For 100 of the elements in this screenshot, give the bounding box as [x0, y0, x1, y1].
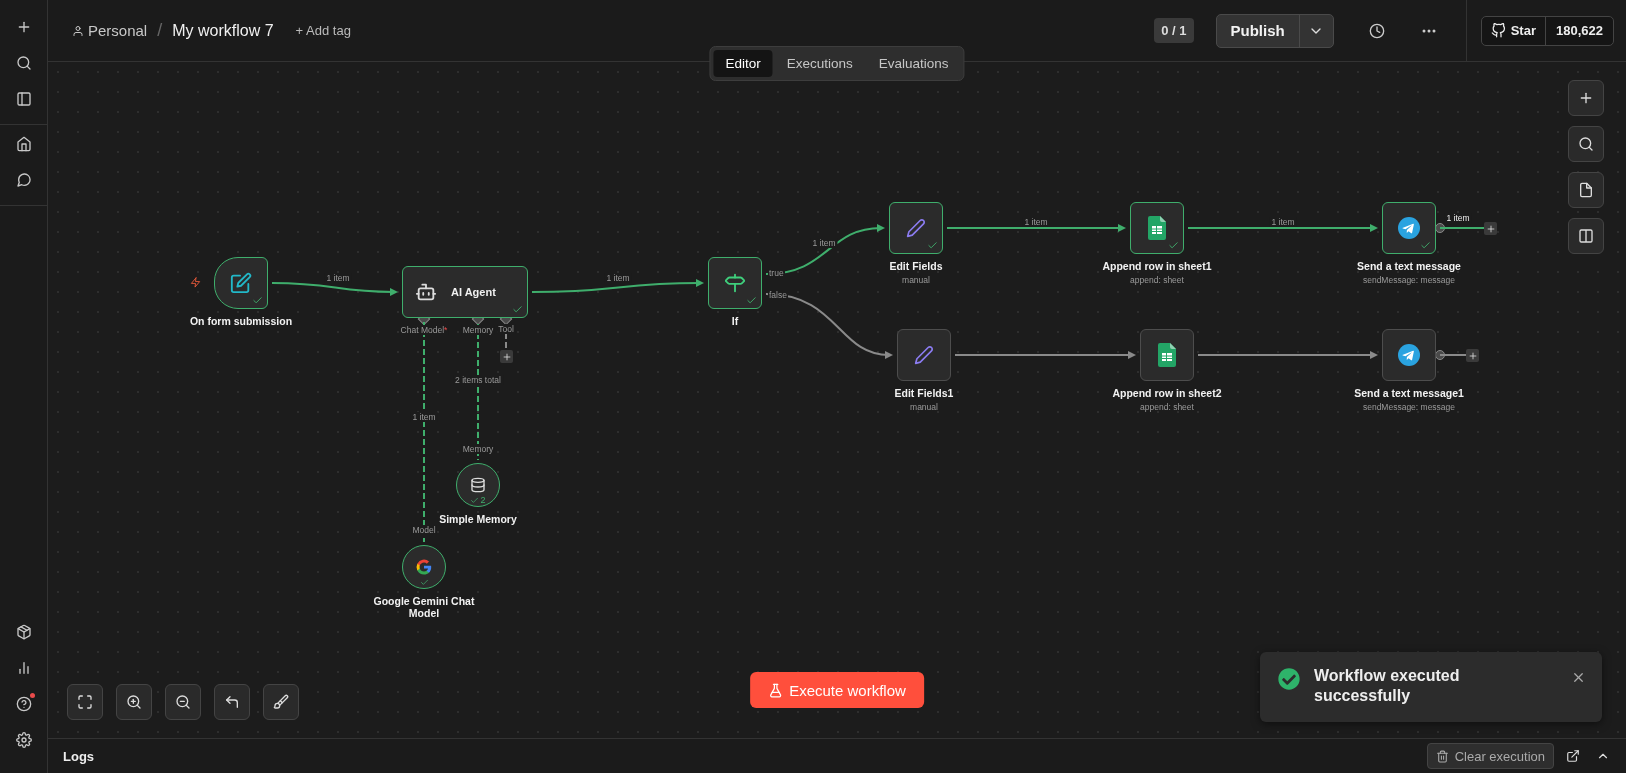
- form-icon: [230, 272, 252, 294]
- workflow-node[interactable]: [889, 202, 943, 254]
- node-subtitle: sendMessage: message: [1362, 402, 1456, 412]
- item-count-label: 1 item: [1444, 213, 1472, 223]
- run-count: 2: [480, 495, 486, 505]
- node-name: Append row in sheet2: [1112, 387, 1222, 399]
- item-count-label: 1 item: [604, 273, 632, 283]
- search-button[interactable]: [1568, 126, 1604, 162]
- note-icon: [1578, 182, 1594, 198]
- workflow-node[interactable]: 2: [456, 463, 500, 507]
- view-tab[interactable]: Executions: [774, 50, 865, 77]
- check-icon: [470, 495, 480, 505]
- project-link[interactable]: Personal: [72, 22, 148, 39]
- paper-plane-icon: [1398, 344, 1420, 366]
- node-name: On form submission: [189, 315, 293, 327]
- github-icon: [1490, 23, 1506, 38]
- node-name: Edit Fields: [889, 260, 943, 272]
- port-label: Chat Model*: [399, 325, 449, 335]
- port-label: Model: [411, 525, 437, 535]
- undo-button[interactable]: [214, 684, 250, 720]
- plus-icon: [1467, 350, 1478, 361]
- check-icon: [512, 304, 523, 315]
- add-tag-link[interactable]: + Add tag: [295, 23, 351, 38]
- star-count: 180,622: [1555, 22, 1604, 40]
- flask-icon: [768, 682, 784, 698]
- view-tab[interactable]: Evaluations: [866, 50, 961, 77]
- plus-icon: [1485, 223, 1496, 234]
- add-node-button[interactable]: [1466, 349, 1479, 362]
- item-count-label: 1 item: [1022, 217, 1050, 227]
- robot-icon: [415, 281, 437, 303]
- add-node-button[interactable]: [500, 350, 513, 363]
- workflow-node[interactable]: AI Agent: [402, 266, 528, 318]
- node-subtitle: sendMessage: message: [1362, 275, 1456, 285]
- logs-title[interactable]: Logs: [63, 748, 1419, 764]
- signpost-icon: [724, 272, 746, 294]
- breadcrumb-separator: /: [157, 20, 163, 41]
- zoom-out-button[interactable]: [165, 684, 201, 720]
- workflow-node[interactable]: [1140, 329, 1194, 381]
- item-count-label: 2 items total: [453, 375, 503, 385]
- workflow-name[interactable]: My workflow 7: [172, 21, 274, 40]
- port-label: true: [768, 268, 785, 278]
- lightning-icon: [190, 277, 201, 288]
- check-icon: [746, 295, 757, 306]
- brush-icon: [273, 694, 289, 710]
- workflow-node[interactable]: [1382, 202, 1436, 254]
- check-icon: [419, 578, 429, 587]
- success-icon: [1278, 668, 1300, 690]
- workflow-node[interactable]: [897, 329, 951, 381]
- check-icon: [1168, 240, 1179, 251]
- item-count-label: 1 item: [1269, 217, 1297, 227]
- port-label: Tool: [497, 324, 515, 334]
- more-icon: [1421, 28, 1436, 33]
- history-icon: [1368, 22, 1385, 39]
- home-icon: [15, 136, 32, 152]
- trash-icon: [1435, 749, 1449, 763]
- spreadsheet-icon: [1148, 216, 1166, 240]
- plus-icon: [1578, 90, 1594, 106]
- plus-icon: [501, 351, 512, 362]
- check-icon: [252, 295, 263, 306]
- node-name: Google Gemini Chat Model: [372, 595, 476, 619]
- view-tab[interactable]: Editor: [713, 50, 773, 77]
- zoom-out-icon: [175, 694, 191, 710]
- workflow-node[interactable]: [1130, 202, 1184, 254]
- workflow-node[interactable]: [402, 545, 446, 589]
- zoom-in-button[interactable]: [116, 684, 152, 720]
- package-icon: [15, 624, 32, 640]
- node-subtitle: manual: [902, 275, 930, 285]
- add-node-button[interactable]: [1484, 222, 1497, 235]
- workflow-node[interactable]: [708, 257, 762, 309]
- pop-out-icon: [1566, 749, 1580, 763]
- sticky-note-button[interactable]: [1568, 172, 1604, 208]
- node-name: Send a text message: [1357, 260, 1461, 272]
- panel-toggle-button[interactable]: [1568, 218, 1604, 254]
- node-name: Simple Memory: [439, 513, 517, 525]
- node-subtitle: manual: [910, 402, 938, 412]
- close-button[interactable]: [1571, 670, 1586, 685]
- clear-execution-button[interactable]: Clear execution: [1426, 743, 1554, 769]
- database-icon: [470, 477, 486, 493]
- help-icon: [15, 696, 32, 712]
- workflow-node[interactable]: [1382, 329, 1436, 381]
- port-label: Memory: [461, 444, 495, 454]
- item-count-label: 1 item: [324, 273, 352, 283]
- search-icon: [15, 55, 32, 71]
- chat-icon: [15, 172, 32, 188]
- panel-icon: [1578, 228, 1594, 244]
- port-label: Memory: [461, 325, 495, 335]
- port-label: false: [768, 290, 788, 300]
- check-icon: [1420, 240, 1431, 251]
- node-title: AI Agent: [451, 286, 496, 298]
- github-star-widget[interactable]: Star 180,622: [1480, 15, 1614, 46]
- node-subtitle: append: sheet: [1140, 402, 1194, 412]
- spreadsheet-icon: [1158, 343, 1176, 367]
- tidy-up-button[interactable]: [263, 684, 299, 720]
- settings-icon: [15, 732, 32, 748]
- workflow-node[interactable]: [214, 257, 268, 309]
- fit-view-button[interactable]: [67, 684, 103, 720]
- version-counter: 0 / 1: [1154, 18, 1194, 43]
- github-star-button[interactable]: Star: [1481, 16, 1546, 45]
- pencil-icon: [906, 218, 926, 238]
- add-node-button[interactable]: [1568, 80, 1604, 116]
